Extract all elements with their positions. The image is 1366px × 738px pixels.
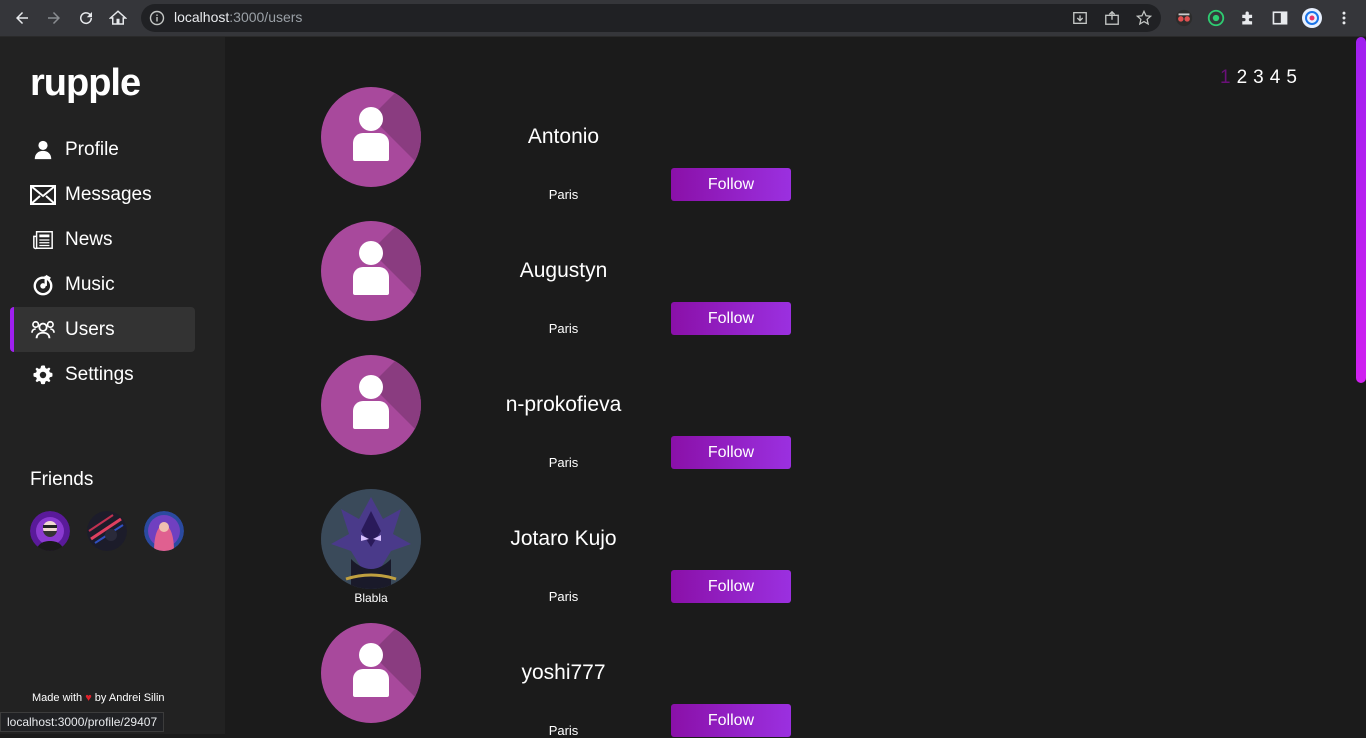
newspaper-icon <box>30 227 56 253</box>
sidebar-item-label: Settings <box>65 363 134 385</box>
share-icon[interactable] <box>1103 9 1121 27</box>
install-icon[interactable] <box>1071 9 1089 27</box>
url-host: localhost <box>174 9 230 25</box>
user-card: n-prokofieva Paris Follow <box>321 355 801 470</box>
extensions-puzzle-icon[interactable] <box>1237 7 1259 29</box>
friends-title: Friends <box>30 469 94 490</box>
follow-button[interactable]: Follow <box>671 168 791 201</box>
page-number[interactable]: 4 <box>1270 67 1281 89</box>
gear-icon <box>30 362 56 388</box>
user-name: Jotaro Kujo <box>510 527 617 550</box>
app-logo[interactable]: rupple <box>30 62 141 105</box>
user-city: Paris <box>548 455 579 470</box>
sidebar-item-profile[interactable]: Profile <box>10 127 195 172</box>
page-number-current[interactable]: 1 <box>1220 67 1231 89</box>
photo-caption: Blabla <box>354 591 388 605</box>
status-url-tooltip: localhost:3000/profile/29407 <box>0 712 165 732</box>
sidebar-item-settings[interactable]: Settings <box>10 352 195 397</box>
page-number[interactable]: 5 <box>1286 67 1297 89</box>
follow-button[interactable]: Follow <box>671 302 791 335</box>
url-path: :3000/users <box>229 9 303 25</box>
side-panel-icon[interactable] <box>1269 7 1291 29</box>
scrollbar-thumb[interactable] <box>1356 37 1366 383</box>
friend-avatar[interactable] <box>87 511 127 551</box>
user-card: Augustyn Paris Follow <box>321 221 801 336</box>
user-avatar-photo[interactable] <box>321 489 421 589</box>
sidebar-item-label: Music <box>65 273 115 295</box>
user-avatar-placeholder[interactable] <box>321 87 421 187</box>
sidebar-item-users[interactable]: Users <box>10 307 195 352</box>
bookmark-star-icon[interactable] <box>1135 9 1153 27</box>
profile-avatar-icon[interactable] <box>1301 7 1323 29</box>
sidebar: rupple Profile Messages News Music Users… <box>0 37 225 734</box>
pagination: 1 2 3 4 5 <box>1220 67 1297 89</box>
follow-button[interactable]: Follow <box>671 436 791 469</box>
friend-avatar[interactable] <box>144 511 184 551</box>
follow-button[interactable]: Follow <box>671 704 791 737</box>
user-avatar-placeholder[interactable] <box>321 221 421 321</box>
home-icon[interactable] <box>106 6 130 30</box>
made-with-credit: Made with ♥ by Andrei Silin <box>32 692 165 704</box>
credit-author: by Andrei Silin <box>94 692 165 704</box>
user-city: Paris <box>548 187 579 202</box>
users-icon <box>30 317 56 343</box>
envelope-icon <box>30 182 56 208</box>
site-info-icon[interactable] <box>149 10 165 26</box>
user-name: yoshi777 <box>521 661 606 684</box>
user-name: Antonio <box>527 125 600 148</box>
user-city: Paris <box>548 589 579 604</box>
sidebar-item-messages[interactable]: Messages <box>10 172 195 217</box>
sidebar-item-news[interactable]: News <box>10 217 195 262</box>
friend-avatar[interactable] <box>30 511 70 551</box>
user-card: yoshi777 Paris Follow <box>321 623 801 738</box>
page-number[interactable]: 2 <box>1237 67 1248 89</box>
user-city: Paris <box>548 321 579 336</box>
address-bar[interactable]: localhost:3000/users <box>141 4 1161 32</box>
person-icon <box>30 137 56 163</box>
browser-toolbar: localhost:3000/users <box>0 0 1366 37</box>
user-avatar-placeholder[interactable] <box>321 355 421 455</box>
sidebar-item-label: News <box>65 228 113 250</box>
user-avatar-placeholder[interactable] <box>321 623 421 723</box>
user-city: Paris <box>548 723 579 738</box>
sidebar-item-label: Profile <box>65 138 119 160</box>
sidebar-menu: Profile Messages News Music Users Settin… <box>10 127 195 397</box>
browser-menu-icon[interactable] <box>1333 7 1355 29</box>
friends-list <box>30 511 184 551</box>
user-name: Augustyn <box>519 259 608 282</box>
forward-icon[interactable] <box>42 6 66 30</box>
sidebar-item-label: Messages <box>65 183 152 205</box>
music-icon <box>30 272 56 298</box>
user-card: Antonio Paris Follow <box>321 87 801 202</box>
follow-button[interactable]: Follow <box>671 570 791 603</box>
extension-spy-icon[interactable] <box>1173 7 1195 29</box>
page-number[interactable]: 3 <box>1253 67 1264 89</box>
url-text: localhost:3000/users <box>174 9 302 25</box>
sidebar-item-label: Users <box>65 318 115 340</box>
user-card: Blabla Jotaro Kujo Paris Follow <box>321 489 801 605</box>
extension-target-icon[interactable] <box>1205 7 1227 29</box>
back-icon[interactable] <box>10 6 34 30</box>
reload-icon[interactable] <box>74 6 98 30</box>
page-scrollbar[interactable] <box>1355 37 1366 734</box>
credit-prefix: Made with <box>32 692 83 704</box>
user-name: n-prokofieva <box>505 393 622 416</box>
users-page: 1 2 3 4 5 Antonio Paris Follow Augustyn … <box>225 37 1355 738</box>
sidebar-item-music[interactable]: Music <box>10 262 195 307</box>
heart-icon: ♥ <box>85 692 92 704</box>
